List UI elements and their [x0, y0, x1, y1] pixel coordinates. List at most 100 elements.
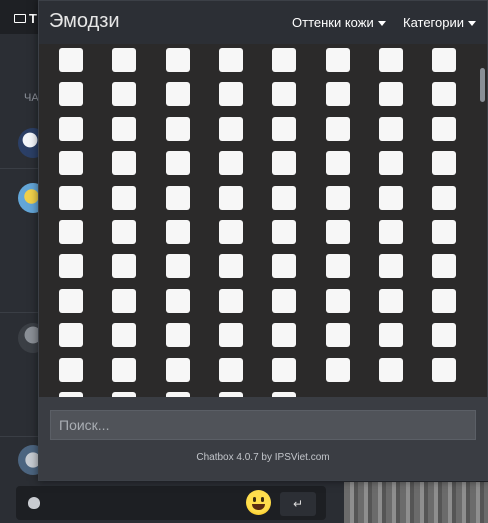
emoji-item[interactable] — [219, 48, 243, 72]
emoji-item[interactable] — [326, 254, 350, 278]
emoji-item[interactable] — [59, 82, 83, 106]
emoji-item[interactable] — [59, 358, 83, 382]
emoji-item[interactable] — [326, 358, 350, 382]
emoji-item[interactable] — [432, 254, 456, 278]
emoji-item[interactable] — [432, 117, 456, 141]
emoji-item[interactable] — [59, 289, 83, 313]
emoji-item[interactable] — [432, 323, 456, 347]
emoji-item[interactable] — [219, 323, 243, 347]
emoji-item[interactable] — [219, 358, 243, 382]
emoji-item[interactable] — [326, 151, 350, 175]
emoji-item[interactable] — [219, 117, 243, 141]
emoji-item[interactable] — [432, 151, 456, 175]
emoji-item[interactable] — [432, 82, 456, 106]
emoji-item[interactable] — [272, 289, 296, 313]
emoji-grid — [39, 44, 477, 397]
emoji-toggle-icon[interactable] — [246, 490, 271, 515]
emoji-item[interactable] — [326, 48, 350, 72]
emoji-item[interactable] — [379, 117, 403, 141]
emoji-item[interactable] — [112, 117, 136, 141]
emoji-item[interactable] — [432, 220, 456, 244]
emoji-item[interactable] — [59, 254, 83, 278]
emoji-item[interactable] — [166, 289, 190, 313]
emoji-item[interactable] — [379, 48, 403, 72]
emoji-item[interactable] — [112, 151, 136, 175]
emoji-item[interactable] — [112, 254, 136, 278]
emoji-item[interactable] — [166, 48, 190, 72]
divider — [0, 168, 40, 169]
emoji-item[interactable] — [379, 186, 403, 210]
emoji-item[interactable] — [272, 186, 296, 210]
emoji-item[interactable] — [272, 220, 296, 244]
emoji-item[interactable] — [166, 358, 190, 382]
popup-title: Эмодзи — [49, 10, 120, 32]
emoji-item[interactable] — [166, 186, 190, 210]
emoji-item[interactable] — [112, 358, 136, 382]
emoji-item[interactable] — [272, 82, 296, 106]
categories-dropdown[interactable]: Категории — [403, 15, 476, 30]
emoji-item[interactable] — [272, 117, 296, 141]
emoji-item[interactable] — [166, 82, 190, 106]
folder-tab-label: Т — [29, 10, 37, 26]
emoji-item[interactable] — [59, 117, 83, 141]
emoji-item[interactable] — [432, 358, 456, 382]
emoji-item[interactable] — [326, 117, 350, 141]
emoji-item[interactable] — [59, 151, 83, 175]
emoji-item[interactable] — [112, 82, 136, 106]
emoji-item[interactable] — [166, 117, 190, 141]
emoji-item[interactable] — [112, 289, 136, 313]
emoji-item[interactable] — [379, 151, 403, 175]
folder-icon — [14, 13, 26, 23]
emoji-search-input[interactable] — [50, 410, 476, 440]
emoji-item[interactable] — [379, 220, 403, 244]
emoji-item[interactable] — [59, 323, 83, 347]
emoji-item[interactable] — [432, 289, 456, 313]
emoji-item[interactable] — [326, 323, 350, 347]
popup-footer: Chatbox 4.0.7 by IPSViet.com — [39, 397, 487, 480]
emoji-item[interactable] — [326, 220, 350, 244]
emoji-item[interactable] — [59, 220, 83, 244]
emoji-item[interactable] — [219, 186, 243, 210]
emoji-item[interactable] — [59, 186, 83, 210]
section-label: ЧА — [24, 92, 39, 104]
emoji-item[interactable] — [166, 220, 190, 244]
emoji-item[interactable] — [219, 254, 243, 278]
send-button[interactable]: ↵ — [280, 492, 316, 516]
scrollbar-thumb[interactable] — [480, 68, 485, 102]
emoji-item[interactable] — [379, 289, 403, 313]
emoji-item[interactable] — [166, 151, 190, 175]
emoji-item[interactable] — [166, 254, 190, 278]
credit-text: Chatbox 4.0.7 by IPSViet.com — [196, 452, 330, 463]
emoji-item[interactable] — [219, 151, 243, 175]
emoji-item[interactable] — [272, 48, 296, 72]
emoji-item[interactable] — [166, 323, 190, 347]
emoji-item[interactable] — [326, 82, 350, 106]
enter-icon: ↵ — [292, 497, 304, 511]
categories-label: Категории — [403, 15, 464, 30]
emoji-grid-area — [39, 44, 477, 397]
emoji-item[interactable] — [112, 186, 136, 210]
emoji-item[interactable] — [272, 151, 296, 175]
emoji-item[interactable] — [432, 48, 456, 72]
chevron-down-icon — [377, 20, 386, 26]
emoji-item[interactable] — [272, 254, 296, 278]
emoji-item[interactable] — [272, 323, 296, 347]
emoji-item[interactable] — [379, 358, 403, 382]
emoji-item[interactable] — [379, 82, 403, 106]
emoji-item[interactable] — [112, 220, 136, 244]
emoji-item[interactable] — [272, 358, 296, 382]
emoji-item[interactable] — [379, 254, 403, 278]
emoji-item[interactable] — [219, 220, 243, 244]
emoji-item[interactable] — [326, 289, 350, 313]
emoji-item[interactable] — [432, 186, 456, 210]
emoji-item[interactable] — [112, 323, 136, 347]
emoji-item[interactable] — [219, 82, 243, 106]
emoji-item[interactable] — [219, 289, 243, 313]
emoji-item[interactable] — [59, 48, 83, 72]
folder-tab[interactable]: Т — [14, 8, 37, 28]
alien-icon[interactable] — [28, 497, 40, 509]
emoji-item[interactable] — [326, 186, 350, 210]
skin-tones-dropdown[interactable]: Оттенки кожи — [292, 15, 386, 30]
emoji-item[interactable] — [379, 323, 403, 347]
emoji-item[interactable] — [112, 48, 136, 72]
